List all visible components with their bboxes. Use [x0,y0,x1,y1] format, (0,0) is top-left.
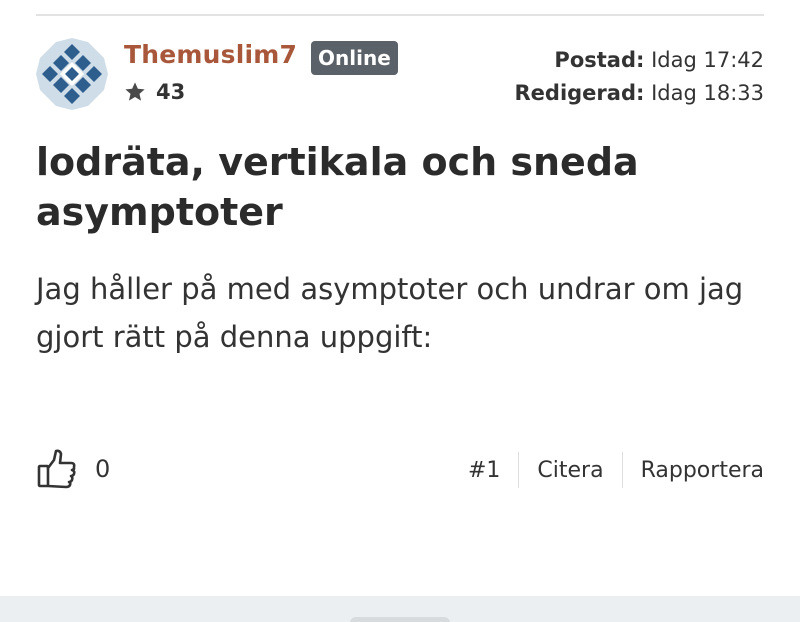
online-status-badge: Online [311,41,398,75]
post-footer: 0 #1 Citera Rapportera [36,448,764,494]
forum-post-page: Themuslim7 Online 43 Postad: Idag 17:42 … [0,0,800,622]
top-divider [36,14,764,16]
action-separator [621,452,623,488]
posted-label: Postad: [554,48,645,72]
bottom-navigation-bar [0,596,800,622]
avatar-pattern-icon [36,38,108,110]
post-actions: #1 Citera Rapportera [468,452,764,488]
edited-line: Redigerad: Idag 18:33 [515,77,765,110]
posted-line: Postad: Idag 17:42 [515,44,764,77]
post-title: lodräta, vertikala och sneda asymptoter [36,140,639,234]
user-avatar[interactable] [36,38,108,110]
thumbs-up-icon [37,449,76,489]
quote-link[interactable]: Citera [537,458,603,483]
post-body: Jag håller på med asymptoter och undrar … [36,272,744,354]
post-number-link[interactable]: #1 [468,458,500,483]
like-button[interactable] [36,448,78,490]
action-separator [518,452,520,488]
reputation: 43 [124,79,185,105]
author-name-link[interactable]: Themuslim7 [124,40,297,69]
star-icon [125,82,145,101]
like-count: 0 [95,455,111,483]
posted-value: Idag 17:42 [651,48,764,72]
report-link[interactable]: Rapportera [641,458,764,483]
reputation-count: 43 [156,80,186,104]
edited-value: Idag 18:33 [651,81,764,105]
scroll-handle[interactable] [350,617,450,622]
post-timestamps: Postad: Idag 17:42 Redigerad: Idag 18:33 [515,44,765,110]
edited-label: Redigerad: [514,81,645,105]
